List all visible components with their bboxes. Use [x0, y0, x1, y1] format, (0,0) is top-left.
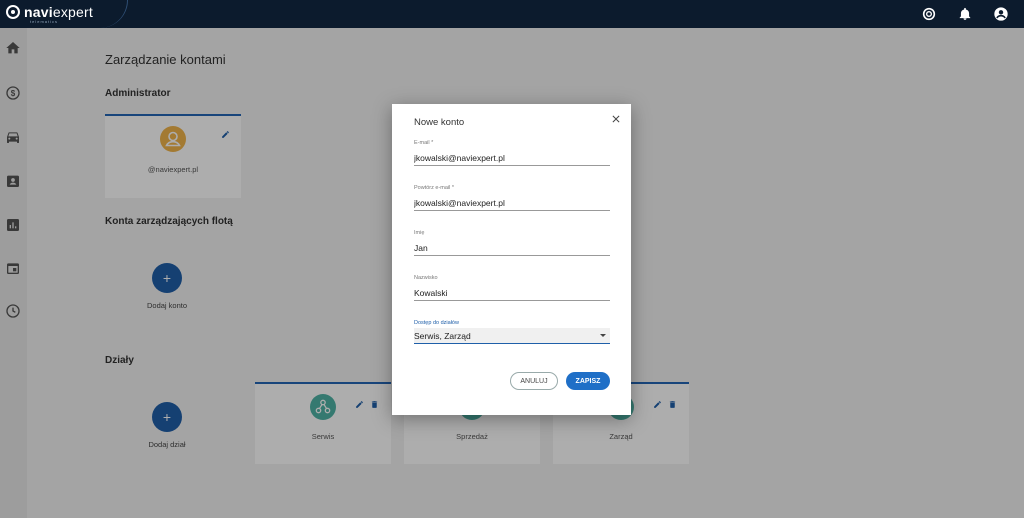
department-access-select[interactable]: Serwis, Zarząd [414, 328, 610, 344]
department-access-value: Serwis, Zarząd [414, 331, 471, 341]
department-access-field: Dostęp do działów Serwis, Zarząd [414, 320, 610, 344]
save-button[interactable]: ZAPISZ [566, 372, 610, 390]
last-name-label: Nazwisko [414, 275, 438, 281]
dialog-title: Nowe konto [414, 117, 465, 128]
account-icon[interactable] [992, 5, 1010, 23]
dropdown-arrow-icon [600, 334, 606, 337]
repeat-email-input[interactable] [414, 197, 610, 211]
repeat-email-field: Powtórz e-mail * [414, 185, 610, 211]
header-decoration [88, 0, 128, 28]
department-access-label: Dostęp do działów [414, 320, 459, 326]
logo-icon [6, 5, 20, 19]
support-icon[interactable] [920, 5, 938, 23]
first-name-input[interactable] [414, 242, 610, 256]
email-field: E-mail * [414, 140, 610, 166]
bell-icon[interactable] [956, 5, 974, 23]
last-name-input[interactable] [414, 287, 610, 301]
last-name-field: Nazwisko [414, 275, 610, 301]
close-icon[interactable] [610, 112, 622, 124]
logo-subtitle: telematics [30, 19, 59, 24]
first-name-field: Imię [414, 230, 610, 256]
cancel-button[interactable]: ANULUJ [510, 372, 558, 390]
top-bar: naviexpert telematics [0, 0, 1024, 28]
first-name-label: Imię [414, 230, 425, 236]
logo[interactable]: naviexpert telematics [6, 4, 93, 24]
new-account-dialog: Nowe konto E-mail * Powtórz e-mail * Imi… [392, 104, 631, 415]
repeat-email-label: Powtórz e-mail * [414, 185, 455, 191]
email-input[interactable] [414, 152, 610, 166]
email-label: E-mail * [414, 140, 434, 146]
